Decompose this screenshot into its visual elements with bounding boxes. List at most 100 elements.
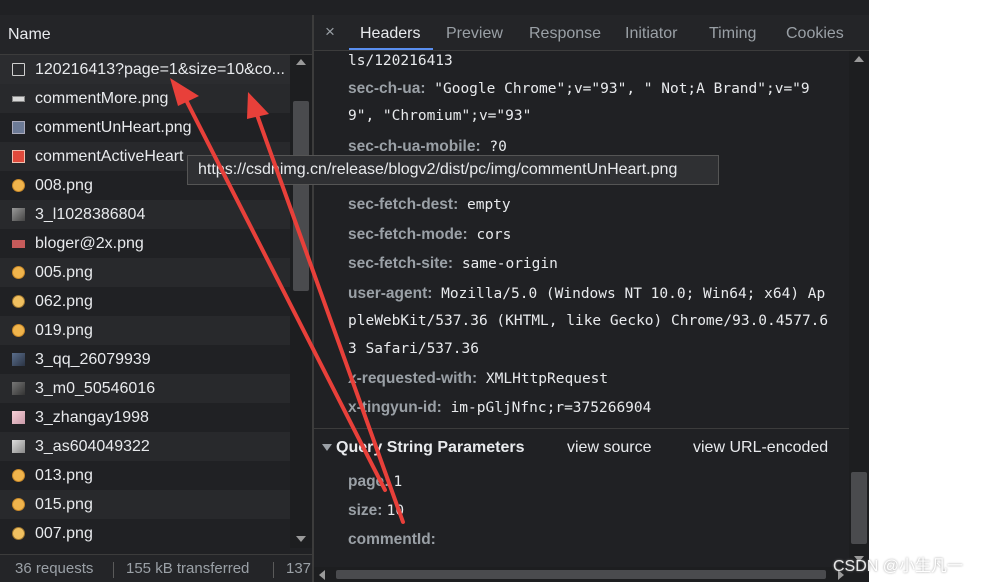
query-string-title: Query String Parameters	[336, 439, 525, 456]
scroll-up-arrow-icon[interactable]	[296, 59, 306, 65]
request-row[interactable]: 3_as604049322	[0, 432, 290, 461]
header-sec-fetch-dest: sec-fetch-dest: empty	[348, 196, 511, 213]
outside-area	[869, 0, 999, 582]
request-name: 120216413?page=1&size=10&co...	[35, 60, 285, 78]
tab-preview[interactable]: Preview	[446, 25, 503, 43]
emoji-image-icon	[12, 498, 25, 511]
request-name: 3_l1028386804	[35, 205, 146, 223]
request-name: 3_zhangay1998	[35, 408, 149, 426]
scroll-left-arrow-icon[interactable]	[319, 570, 325, 580]
header-continuation: 3 Safari/537.36	[348, 341, 479, 357]
view-source-link[interactable]: view source	[567, 439, 651, 457]
request-row[interactable]: 3_qq_26079939	[0, 345, 290, 374]
header-x-requested-with: x-requested-with: XMLHttpRequest	[348, 370, 609, 387]
avatar-image-icon	[12, 411, 25, 424]
request-name: 008.png	[35, 176, 93, 194]
emoji-image-icon	[12, 179, 25, 192]
header-x-tingyun-id: x-tingyun-id: im-pGljNfnc;r=375266904	[348, 399, 652, 416]
active-tab-indicator	[349, 48, 433, 50]
tab-response[interactable]: Response	[529, 25, 601, 43]
avatar-image-icon	[12, 353, 25, 366]
request-list-scrollbar[interactable]	[290, 55, 312, 548]
request-row[interactable]: 019.png	[0, 316, 290, 345]
request-name: commentActiveHeart	[35, 147, 184, 165]
header-continuation: 9", "Chromium";v="93"	[348, 108, 532, 124]
request-count: 36 requests	[15, 560, 94, 577]
scrollbar-thumb[interactable]	[336, 570, 826, 579]
document-icon	[12, 63, 25, 76]
watermark: CSDN @小生凡一	[833, 558, 964, 575]
header-sec-fetch-mode: sec-fetch-mode: cors	[348, 226, 512, 243]
request-name: 3_as604049322	[35, 437, 150, 455]
request-name: commentMore.png	[35, 89, 169, 107]
request-row[interactable]: 3_m0_50546016	[0, 374, 290, 403]
query-string-section-header[interactable]: Query String Parameters view source view…	[314, 428, 849, 466]
close-icon[interactable]: ×	[325, 22, 335, 42]
emoji-image-icon	[12, 295, 25, 308]
details-scrollbar[interactable]	[849, 51, 869, 567]
request-row[interactable]: 3_l1028386804	[0, 200, 290, 229]
request-row[interactable]: 062.png	[0, 287, 290, 316]
request-name: 3_qq_26079939	[35, 350, 151, 368]
request-list: 120216413?page=1&size=10&co... commentMo…	[0, 55, 290, 548]
headers-content: ls/120216413 sec-ch-ua: "Google Chrome";…	[314, 51, 849, 567]
emoji-image-icon	[12, 266, 25, 279]
request-row[interactable]: 3_zhangay1998	[0, 403, 290, 432]
header-sec-fetch-site: sec-fetch-site: same-origin	[348, 255, 558, 272]
request-row[interactable]: 013.png	[0, 461, 290, 490]
image-icon	[12, 150, 25, 163]
request-name: commentUnHeart.png	[35, 118, 192, 136]
request-details-panel: × Headers Preview Response Initiator Tim…	[314, 15, 869, 582]
url-tooltip: https://csdnimg.cn/release/blogv2/dist/p…	[187, 155, 719, 185]
header-continuation: pleWebKit/537.36 (KHTML, like Gecko) Chr…	[348, 313, 829, 329]
request-row[interactable]: 120216413?page=1&size=10&co...	[0, 55, 290, 84]
avatar-image-icon	[12, 208, 25, 221]
request-row[interactable]: bloger@2x.png	[0, 229, 290, 258]
tab-initiator[interactable]: Initiator	[625, 25, 677, 43]
tab-headers[interactable]: Headers	[360, 25, 420, 43]
request-name: 005.png	[35, 263, 93, 281]
emoji-image-icon	[12, 469, 25, 482]
status-divider	[273, 562, 274, 578]
details-horizontal-scrollbar[interactable]	[314, 567, 869, 582]
request-name: 013.png	[35, 466, 93, 484]
window-top-strip	[0, 0, 869, 15]
scroll-down-arrow-icon[interactable]	[296, 536, 306, 542]
header-line: ls/120216413	[348, 53, 453, 69]
emoji-image-icon	[12, 324, 25, 337]
request-row[interactable]: commentMore.png	[0, 84, 290, 113]
name-column-header[interactable]: Name	[0, 15, 312, 55]
scroll-up-arrow-icon[interactable]	[854, 56, 864, 62]
resources-size: 137	[286, 560, 312, 577]
query-param-size: size: 10	[348, 502, 405, 519]
scrollbar-thumb[interactable]	[851, 472, 867, 544]
request-name: 007.png	[35, 524, 93, 542]
header-sec-ch-ua-mobile: sec-ch-ua-mobile: ?0	[348, 138, 507, 155]
image-icon	[12, 95, 25, 102]
header-sec-ch-ua: sec-ch-ua: "Google Chrome";v="93", " Not…	[348, 80, 810, 97]
request-row[interactable]: 005.png	[0, 258, 290, 287]
transferred-size: 155 kB transferred	[126, 560, 250, 577]
view-url-encoded-link[interactable]: view URL-encoded	[693, 439, 828, 457]
request-name: 3_m0_50546016	[35, 379, 156, 397]
request-row[interactable]: commentUnHeart.png	[0, 113, 290, 142]
emoji-image-icon	[12, 527, 25, 540]
request-name: 015.png	[35, 495, 93, 513]
avatar-image-icon	[12, 440, 25, 453]
query-param-comment-id: commentId:	[348, 531, 436, 548]
network-request-panel: Name 120216413?page=1&size=10&co... comm…	[0, 15, 312, 582]
request-row[interactable]: 015.png	[0, 490, 290, 519]
header-user-agent: user-agent: Mozilla/5.0 (Windows NT 10.0…	[348, 285, 826, 302]
query-param-page: page: 1	[348, 473, 403, 490]
avatar-image-icon	[12, 382, 25, 395]
tab-timing[interactable]: Timing	[709, 25, 756, 43]
request-name: bloger@2x.png	[35, 234, 144, 252]
expand-triangle-icon[interactable]	[322, 444, 332, 451]
image-icon	[12, 239, 25, 248]
scrollbar-thumb[interactable]	[293, 101, 309, 291]
request-row[interactable]: 007.png	[0, 519, 290, 548]
details-tab-bar: × Headers Preview Response Initiator Tim…	[314, 15, 869, 51]
image-icon	[12, 121, 25, 134]
tab-cookies[interactable]: Cookies	[786, 25, 844, 43]
request-name: 019.png	[35, 321, 93, 339]
